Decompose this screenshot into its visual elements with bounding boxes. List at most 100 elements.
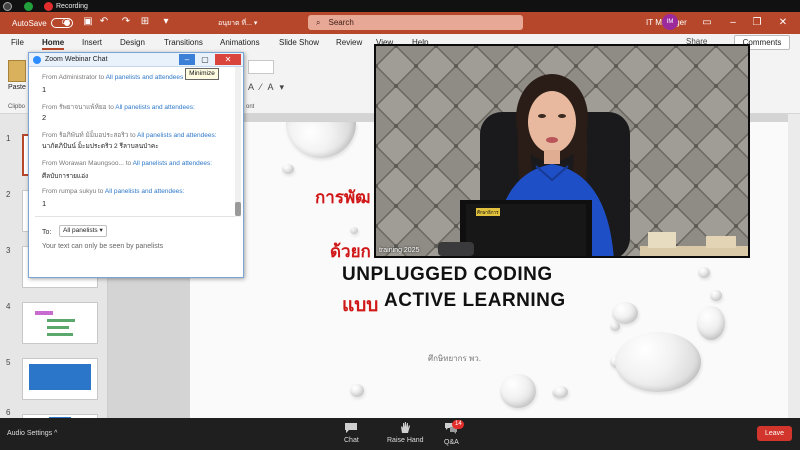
chat-message-text: ศีลบับการายแอ่ง [42, 173, 89, 180]
close-icon[interactable]: ✕ [215, 54, 241, 65]
nameplate: ศึกษาธิการ [477, 210, 499, 215]
recipient-select[interactable]: All panelists ▾ [59, 225, 107, 237]
chat-button[interactable]: Chat [344, 422, 359, 444]
message-recipient[interactable]: All panelists and attendees [106, 74, 184, 81]
present-icon[interactable]: ⊞ [139, 16, 151, 28]
water-drop-decoration [500, 374, 536, 408]
speaker-video[interactable]: training 2025 ศึกษาธิการ [374, 44, 750, 258]
message-sender: From รัพยาจนาแพ้ห้ยอ to [42, 104, 116, 111]
ribbon-display-icon[interactable]: ▭ [700, 16, 714, 30]
menu-animations[interactable]: Animations [220, 38, 260, 47]
message-recipient[interactable]: All panelists and attendees: [133, 160, 213, 167]
close-icon[interactable]: ✕ [776, 16, 790, 30]
slide-title-line4-thai: แบบ [342, 295, 379, 316]
chat-message-text: นาภัดภิปันน์ ม็ะมประดริว 2 รีลาบลนป่าคะ [42, 143, 159, 150]
menu-file[interactable]: File [11, 38, 24, 47]
autosave-label: AutoSave [12, 18, 47, 28]
menu-design[interactable]: Design [120, 38, 145, 47]
chat-icon [345, 423, 358, 433]
water-drop-decoration [697, 306, 725, 340]
water-drop-decoration [698, 267, 710, 278]
chat-message-text: 1 [42, 85, 47, 94]
slide-thumbnail-5[interactable] [22, 358, 98, 400]
customize-icon[interactable]: ▾ [160, 16, 172, 28]
chat-message-text: 2 [42, 113, 47, 122]
chat-message-header: From ร้อภิพันท์ ม้ม็มอประสอริว to All pa… [42, 130, 217, 140]
save-icon[interactable]: ▣ [82, 16, 94, 28]
chat-divider [35, 216, 235, 217]
zoom-icon [33, 56, 41, 64]
leave-button[interactable]: Leave [757, 426, 792, 441]
water-drop-decoration [610, 322, 620, 331]
maximize-icon[interactable]: ▢ [197, 54, 213, 65]
editor-scrollbar[interactable] [788, 114, 800, 418]
chevron-up-icon: ^ [54, 430, 58, 437]
slide-title-line4-en: ACTIVE LEARNING [384, 290, 566, 311]
search-box[interactable]: ⌕ Search [308, 15, 523, 30]
water-drop-decoration [286, 122, 356, 158]
message-sender: From ร้อภิพันท์ ม้ม็มอประสอริว to [42, 132, 138, 139]
recording-indicator[interactable]: Recording [44, 1, 88, 11]
zoom-chat-window: Zoom Webinar Chat – ▢ ✕ From Administrat… [28, 52, 244, 278]
chevron-down-icon: ▾ [99, 227, 103, 234]
message-recipient[interactable]: All panelists and attendees: [115, 104, 195, 111]
autosave[interactable]: AutoSave Off [12, 18, 73, 28]
recipient-value: All panelists [63, 227, 98, 234]
thumb-decoration [47, 333, 73, 336]
shield-icon[interactable] [24, 1, 33, 11]
menu-transitions[interactable]: Transitions [164, 38, 203, 47]
water-drop-decoration [710, 290, 722, 301]
font-format-icons[interactable]: A⁄A▾ [248, 82, 328, 94]
chat-title: Zoom Webinar Chat [45, 56, 108, 63]
paste-label: Paste [8, 84, 26, 91]
slide-thumbnail-4[interactable] [22, 302, 98, 344]
undo-icon[interactable]: ↶ [98, 16, 110, 28]
video-frame [376, 46, 748, 256]
restore-icon[interactable]: ❐ [750, 16, 764, 30]
paste-icon [8, 60, 26, 82]
message-sender: From Administrator to [42, 74, 106, 81]
search-placeholder: Search [328, 18, 354, 27]
menu-home[interactable]: Home [42, 38, 65, 50]
paste-button[interactable]: Paste [8, 60, 26, 91]
thumb-decoration [29, 364, 91, 390]
minimize-tooltip: Minimize [185, 68, 219, 80]
thumb-number: 4 [6, 302, 11, 311]
chat-scrollbar-thumb[interactable] [235, 202, 241, 216]
water-drop-decoration [612, 302, 638, 324]
slide-author: ศึกษิทยากร พว. [428, 354, 481, 363]
menu-review[interactable]: Review [336, 38, 362, 47]
thumb-number: 3 [6, 246, 11, 255]
message-recipient[interactable]: All panelists and attendees: [105, 188, 185, 195]
chat-message-text: 1 [42, 199, 47, 208]
thumb-number: 2 [6, 190, 11, 199]
menu-slide-show[interactable]: Slide Show [279, 38, 319, 47]
chat-message-header: From rumpa sukyu to All panelists and at… [42, 188, 184, 195]
chat-title-bar[interactable]: Zoom Webinar Chat – ▢ ✕ [29, 53, 243, 67]
chat-to-label: To: [42, 229, 52, 236]
water-drop-decoration [282, 164, 294, 174]
avatar[interactable]: IM [662, 14, 678, 30]
font-size-box[interactable] [248, 60, 274, 74]
chat-scrollbar[interactable] [235, 67, 241, 217]
water-drop-decoration [554, 386, 568, 398]
minimize-icon[interactable]: – [726, 16, 740, 30]
info-icon[interactable] [3, 1, 12, 11]
water-drop-decoration [615, 332, 701, 392]
audio-settings-button[interactable]: Audio Settings ^ [7, 430, 57, 437]
menu-insert[interactable]: Insert [82, 38, 102, 47]
document-name[interactable]: อนุยาต ที่... ▾ [218, 18, 257, 29]
thumb-number: 1 [6, 134, 11, 143]
video-caption: training 2025 [379, 247, 420, 254]
raise-hand-icon [401, 422, 411, 433]
autosave-toggle[interactable]: Off [50, 18, 73, 28]
font-group-label: ont [246, 104, 255, 110]
zoom-toolbar: Audio Settings ^ Chat Raise Hand 14 Q&A … [0, 418, 800, 450]
message-recipient[interactable]: All panelists and attendees: [137, 132, 217, 139]
redo-icon[interactable]: ↷ [120, 16, 132, 28]
minimize-icon[interactable]: – [179, 54, 195, 65]
chat-input[interactable]: Your text can only be seen by panelists [42, 243, 232, 255]
thumb-decoration [47, 319, 75, 322]
raise-hand-button[interactable]: Raise Hand [387, 422, 424, 444]
qa-button[interactable]: 14 Q&A [444, 420, 465, 446]
